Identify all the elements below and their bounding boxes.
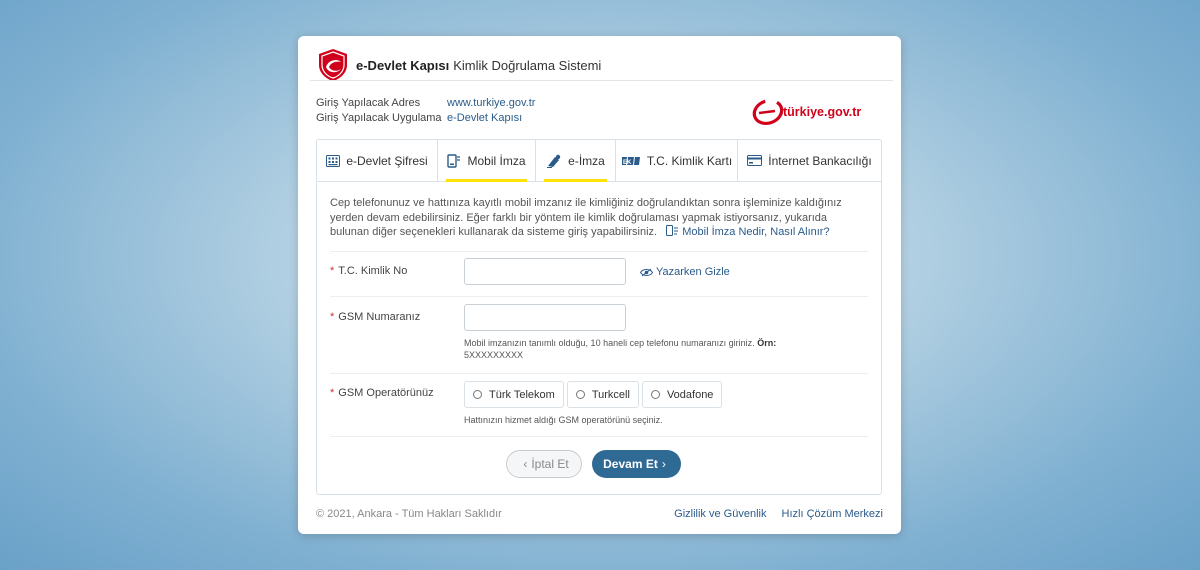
tab-label: İnternet Bankacılığı (768, 153, 872, 168)
tab-tc-kimlik-karti[interactable]: EK T.C. Kimlik Kartı (616, 140, 738, 181)
mobile-signature-help-link[interactable]: Mobil İmza Nedir, Nasıl Alınır? (682, 226, 829, 238)
footer-links: Gizlilik ve Güvenlik Hızlı Çözüm Merkezi (662, 508, 883, 520)
operator-option-label: Türk Telekom (489, 388, 555, 401)
tc-label-text: T.C. Kimlik No (338, 265, 408, 277)
bank-card-icon (747, 155, 763, 166)
page-footer: © 2021, Ankara - Tüm Hakları Saklıdır Gi… (316, 508, 883, 520)
operator-label-text: GSM Operatörünüz (338, 387, 434, 399)
login-info: Giriş Yapılacak Adres www.turkiye.gov.tr… (316, 96, 535, 126)
tab-label: T.C. Kimlik Kartı (646, 153, 733, 168)
turkiye-gov-tr-logo: türkiye.gov.tr (752, 99, 861, 125)
e-devlet-shield-logo (319, 49, 347, 81)
eye-icon (640, 268, 653, 277)
section-divider (330, 373, 868, 374)
tab-label: e-İmza (568, 153, 605, 168)
info-row-application: Giriş Yapılacak Uygulama e-Devlet Kapısı (316, 111, 535, 126)
gsm-hint-text: Mobil imzanızın tanımlı olduğu, 10 hanel… (464, 338, 755, 348)
tab-mobil-imza[interactable]: Mobil İmza (438, 140, 536, 182)
operator-option-label: Vodafone (666, 388, 714, 401)
operator-option-turkcell[interactable]: Turkcell (566, 381, 639, 408)
system-name: Kimlik Doğrulama Sistemi (453, 57, 602, 73)
required-mark: * (330, 387, 335, 399)
info-label: Giriş Yapılacak Adres (316, 97, 421, 109)
auth-method-tabs: e-Devlet Şifresi Mobil İmza e-İmza EK T.… (317, 140, 881, 182)
required-mark: * (330, 265, 335, 277)
tc-label: * T.C. Kimlik No (330, 265, 407, 277)
tab-e-devlet-sifresi[interactable]: e-Devlet Şifresi (317, 140, 438, 181)
gsm-label-text: GSM Numaranız (338, 311, 421, 323)
continue-button-label: Devam Et (603, 457, 658, 471)
pen-signature-icon (546, 154, 562, 168)
cancel-button[interactable]: ‹ İptal Et (506, 450, 582, 478)
page-header: e-Devlet Kapısı Kimlik Doğrulama Sistemi (316, 48, 601, 82)
cancel-button-label: İptal Et (531, 457, 569, 471)
quick-solution-center-link[interactable]: Hızlı Çözüm Merkezi (782, 508, 883, 520)
operator-radio-group: Türk Telekom Turkcell Vodafone (464, 381, 725, 408)
operator-option-vodafone[interactable]: Vodafone (641, 381, 723, 408)
hide-while-typing-toggle[interactable]: Yazarken Gizle (640, 266, 730, 278)
method-description: Cep telefonunuz ve hattınıza kayıtlı mob… (330, 196, 855, 242)
chevron-right-icon: › (661, 457, 666, 471)
info-value[interactable]: www.turkiye.gov.tr (447, 96, 535, 111)
info-label: Giriş Yapılacak Uygulama (316, 112, 442, 124)
gsm-hint-example-label: Örn: (757, 338, 777, 348)
brand-name: e-Devlet Kapısı (356, 57, 450, 73)
operator-hint: Hattınızın hizmet aldığı GSM operatörünü… (464, 415, 663, 425)
gsm-number-input[interactable] (464, 304, 626, 331)
gsm-hint: Mobil imzanızın tanımlı olduğu, 10 hanel… (464, 337, 809, 361)
tab-e-imza[interactable]: e-İmza (536, 140, 616, 182)
toggle-link-label: Yazarken Gizle (656, 266, 730, 278)
tc-kimlik-input[interactable] (464, 258, 626, 285)
section-divider (330, 251, 868, 252)
continue-button[interactable]: Devam Et › (592, 450, 681, 478)
keypad-icon (326, 154, 341, 167)
svg-text:EK: EK (623, 160, 632, 166)
section-divider (330, 436, 868, 437)
copyright: © 2021, Ankara - Tüm Hakları Saklıdır (316, 508, 502, 520)
info-icon (666, 225, 679, 242)
section-divider (330, 296, 868, 297)
login-card: e-Devlet Kapısı Kimlik Doğrulama Sistemi… (298, 36, 901, 534)
operator-option-turk-telekom[interactable]: Türk Telekom (464, 381, 564, 408)
privacy-security-link[interactable]: Gizlilik ve Güvenlik (674, 508, 766, 520)
radio-circle[interactable] (473, 390, 482, 399)
gsm-label: * GSM Numaranız (330, 311, 420, 323)
mobile-signature-icon (447, 153, 461, 168)
required-mark: * (330, 311, 335, 323)
operator-label: * GSM Operatörünüz (330, 387, 434, 399)
chevron-left-icon: ‹ (523, 457, 528, 471)
gsm-hint-example: 5XXXXXXXXX (464, 350, 524, 360)
header-divider (310, 80, 893, 81)
id-card-icon: EK (621, 155, 641, 167)
operator-option-label: Turkcell (591, 388, 630, 401)
auth-panel: e-Devlet Şifresi Mobil İmza e-İmza EK T.… (316, 139, 882, 495)
tab-label: e-Devlet Şifresi (346, 153, 428, 168)
info-value[interactable]: e-Devlet Kapısı (447, 111, 522, 126)
radio-circle[interactable] (575, 390, 585, 399)
radio-circle[interactable] (650, 390, 660, 399)
info-row-address: Giriş Yapılacak Adres www.turkiye.gov.tr (316, 96, 535, 111)
tab-internet-bankaciligi[interactable]: İnternet Bankacılığı (738, 140, 881, 181)
logo-text: türkiye.gov.tr (783, 105, 861, 119)
tab-label: Mobil İmza (467, 153, 526, 168)
